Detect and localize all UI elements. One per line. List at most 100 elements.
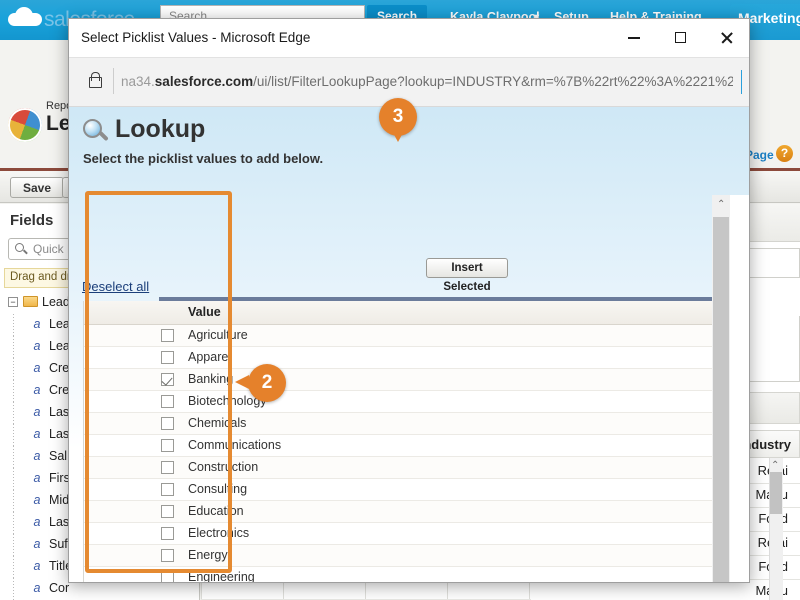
table-row[interactable]: Education (84, 501, 749, 523)
value-checkbox[interactable] (161, 549, 174, 562)
callout-3-pointer (391, 129, 405, 142)
value-checkbox[interactable] (161, 417, 174, 430)
lookup-title: Lookup (115, 115, 206, 143)
fields-tree-item-label: Las (49, 405, 70, 419)
value-checkbox[interactable] (161, 483, 174, 496)
table-row[interactable]: Agriculture (84, 325, 749, 347)
table-row[interactable]: Energy (84, 545, 749, 567)
value-label: Chemicals (188, 416, 247, 430)
text-field-icon: a (33, 515, 41, 529)
tree-guide-line (13, 578, 14, 600)
close-button[interactable] (703, 19, 749, 57)
tree-guide-line (13, 336, 14, 358)
lookup-page-body: Lookup Select the picklist values to add… (69, 107, 749, 582)
table-row[interactable]: Banking (84, 369, 749, 391)
salesforce-cloud-logo-icon (8, 7, 42, 26)
callout-badge-3: 3 (379, 98, 417, 142)
industry-row: Manu (531, 580, 800, 600)
tree-guide-line (13, 314, 14, 336)
insert-selected-button[interactable]: Insert Selected (426, 258, 508, 293)
value-checkbox[interactable] (161, 373, 174, 386)
callout-badge-2: 2 (235, 364, 286, 402)
table-header-row: Value (84, 301, 749, 325)
fields-tree-item-label: Mid (49, 493, 70, 507)
callout-badge-2-number: 2 (261, 372, 273, 393)
text-field-icon: a (33, 471, 41, 485)
fields-tree-item-label: Cor (49, 581, 70, 595)
text-field-icon: a (33, 339, 41, 353)
column-header-value: Value (188, 305, 221, 319)
value-checkbox[interactable] (161, 527, 174, 540)
table-row[interactable]: Communications (84, 435, 749, 457)
text-field-icon: a (33, 383, 41, 397)
tree-guide-line (13, 512, 14, 534)
fields-tree-item-label: Cre (49, 361, 70, 375)
text-field-icon: a (33, 537, 41, 551)
value-checkbox[interactable] (161, 351, 174, 364)
help-icon[interactable]: ? (776, 145, 793, 162)
url-host: salesforce.com (154, 74, 254, 89)
lookup-scroll-up-icon[interactable]: ⌃ (717, 199, 725, 210)
tree-guide-line (13, 358, 14, 380)
lock-icon (87, 71, 102, 89)
fields-tree-item-label: Sal (49, 449, 68, 463)
table-row[interactable]: Construction (84, 457, 749, 479)
lookup-scrollbar-thumb[interactable] (713, 217, 729, 582)
report-chart-icon (8, 108, 42, 142)
collapse-icon[interactable]: − (8, 297, 18, 307)
value-checkbox[interactable] (161, 461, 174, 474)
text-field-icon: a (33, 427, 41, 441)
deselect-all-link[interactable]: Deselect all (82, 279, 149, 294)
value-checkbox[interactable] (161, 329, 174, 342)
url-path: /ui/list/FilterLookupPage?lookup=INDUSTR… (253, 74, 733, 89)
screenshot-root: Report Lea s Page ? Save S Fields Quick … (0, 0, 800, 600)
value-label: Agriculture (188, 328, 248, 342)
value-label: Energy (188, 548, 228, 562)
url-host-prefix: na34. (121, 74, 155, 89)
value-label: Education (188, 504, 244, 518)
fields-tree-item-label: Las (49, 427, 70, 441)
text-field-icon: a (33, 317, 41, 331)
fields-tree-item-label: Lea (49, 339, 70, 353)
close-icon (720, 31, 733, 44)
table-row[interactable]: Apparel (84, 347, 749, 369)
save-button[interactable]: Save (10, 177, 65, 198)
table-row[interactable]: Consulting (84, 479, 749, 501)
value-checkbox[interactable] (161, 395, 174, 408)
value-checkbox[interactable] (161, 439, 174, 452)
value-label: Communications (188, 438, 282, 452)
value-label: Apparel (188, 350, 232, 364)
table-row[interactable]: Chemicals (84, 413, 749, 435)
table-row[interactable]: Biotechnology (84, 391, 749, 413)
value-label: Construction (188, 460, 259, 474)
preview-scrollbar-thumb[interactable] (770, 472, 782, 514)
edge-address-bar[interactable]: na34.salesforce.com/ui/list/FilterLookup… (69, 57, 749, 107)
text-field-icon: a (33, 361, 41, 375)
value-label: Banking (188, 372, 234, 386)
table-row[interactable]: Electronics (84, 523, 749, 545)
address-bar-url[interactable]: na34.salesforce.com/ui/list/FilterLookup… (121, 72, 733, 92)
edge-title-bar[interactable]: Select Picklist Values - Microsoft Edge (69, 19, 749, 57)
maximize-button[interactable] (657, 19, 703, 57)
fields-tree-item-label: Suf (49, 537, 68, 551)
table-row[interactable]: Engineering (84, 567, 749, 582)
callout-2-pointer (235, 375, 249, 389)
value-label: Electronics (188, 526, 250, 540)
address-bar-caret (741, 70, 742, 94)
tree-guide-line (13, 468, 14, 490)
fields-tree-item-label: Las (49, 515, 70, 529)
fields-tree-item-label: Lea (49, 317, 70, 331)
value-checkbox[interactable] (161, 571, 174, 582)
value-label: Consulting (188, 482, 248, 496)
lookup-right-margin (730, 195, 749, 582)
text-field-icon: a (33, 581, 41, 595)
preview-scroll-up-icon[interactable]: ⌃ (771, 460, 779, 471)
minimize-button[interactable] (611, 19, 657, 57)
text-field-icon: a (33, 449, 41, 463)
lookup-magnifier-icon (83, 119, 109, 145)
tree-guide-line (13, 556, 14, 578)
callout-badge-3-number: 3 (392, 106, 404, 127)
tree-guide-line (13, 446, 14, 468)
value-checkbox[interactable] (161, 505, 174, 518)
lookup-subtitle: Select the picklist values to add below. (83, 151, 324, 166)
